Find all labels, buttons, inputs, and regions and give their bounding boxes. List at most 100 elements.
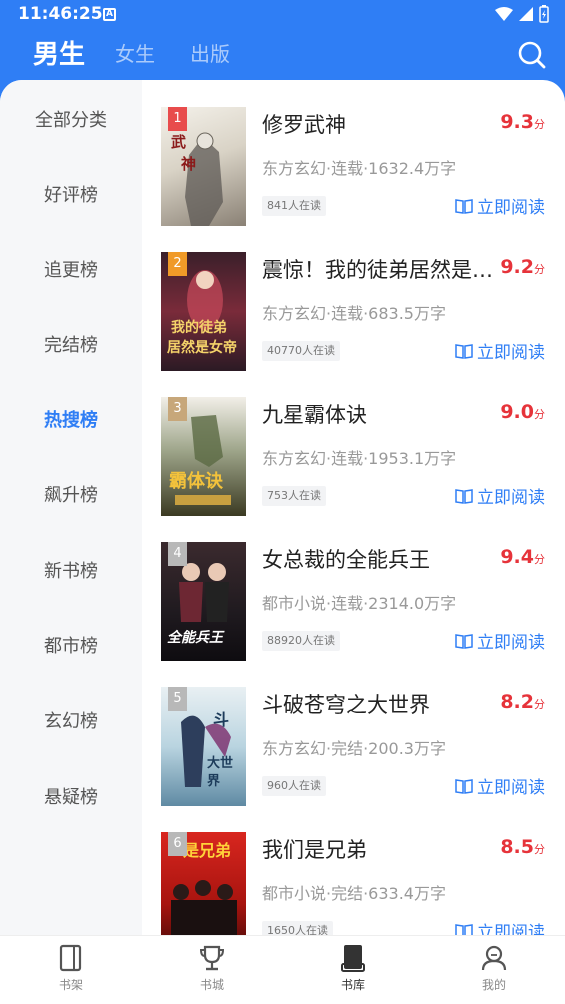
rank-badge: 3 (168, 397, 187, 421)
book-score: 9.2分 (500, 256, 545, 278)
rank-badge: 4 (168, 542, 187, 566)
status-bar: 11:46:25 A (0, 0, 565, 32)
list-item[interactable]: 斗 大世 界 5 斗破苍穹之大世界 8.2分 东方玄幻·完结·200.3万字 9… (142, 687, 565, 832)
book-title: 修罗武神 (262, 113, 346, 137)
read-now-button[interactable]: 立即阅读 (455, 483, 545, 508)
sidebar-item-urban[interactable]: 都市榜 (0, 632, 142, 658)
book-cover: 斗 大世 界 5 (161, 687, 246, 806)
ranking-sidebar: 全部分类 好评榜 追更榜 完结榜 热搜榜 飙升榜 新书榜 都市榜 玄幻榜 悬疑榜 (0, 80, 142, 935)
read-now-button[interactable]: 立即阅读 (455, 338, 545, 363)
nav-library[interactable]: 书库 (313, 944, 393, 993)
svg-text:是兄弟: 是兄弟 (182, 841, 231, 860)
score-value: 8.2 (500, 691, 534, 713)
tab-publish[interactable]: 出版 (190, 38, 230, 67)
score-unit: 分 (534, 118, 545, 131)
sidebar-item-top-rated[interactable]: 好评榜 (0, 181, 142, 207)
sidebar-item-fantasy[interactable]: 玄幻榜 (0, 707, 142, 733)
read-now-label: 立即阅读 (477, 923, 545, 935)
readers-badge: 753人在读 (262, 486, 326, 506)
search-icon[interactable] (517, 40, 547, 70)
sidebar-item-all[interactable]: 全部分类 (0, 106, 142, 132)
list-item[interactable]: 全能兵王 4 女总裁的全能兵王 9.4分 都市小说·连载·2314.0万字 88… (142, 542, 565, 687)
nav-label: 我的 (481, 978, 506, 992)
profile-icon (481, 945, 507, 971)
book-meta: 东方玄幻·完结·200.3万字 (262, 739, 446, 758)
svg-text:斗: 斗 (213, 710, 229, 729)
book-score: 8.5分 (500, 836, 545, 858)
nav-bookshelf[interactable]: 书架 (31, 944, 111, 993)
list-item[interactable]: 我的徒弟 居然是女帝 2 震惊！我的徒弟居然是女帝 9.2分 东方玄幻·连载·6… (142, 252, 565, 397)
nav-label: 书城 (199, 978, 224, 992)
read-now-button[interactable]: 立即阅读 (455, 628, 545, 653)
svg-text:居然是女帝: 居然是女帝 (167, 339, 237, 356)
sidebar-item-rising[interactable]: 飙升榜 (0, 481, 142, 507)
score-unit: 分 (534, 263, 545, 276)
book-list: 武 神 1 修罗武神 9.3分 东方玄幻·连载·1632.4万字 841人在读 … (142, 80, 565, 935)
book-meta: 都市小说·连载·2314.0万字 (262, 594, 457, 613)
book-cover: 全能兵王 4 (161, 542, 246, 661)
readers-badge: 1650人在读 (262, 921, 333, 935)
list-item[interactable]: 是兄弟 6 我们是兄弟 8.5分 都市小说·完结·633.4万字 1650人在读… (142, 832, 565, 935)
rank-badge: 6 (168, 832, 187, 856)
score-value: 9.4 (500, 546, 534, 568)
library-icon (341, 945, 365, 972)
read-now-button[interactable]: 立即阅读 (455, 918, 545, 935)
book-cover: 我的徒弟 居然是女帝 2 (161, 252, 246, 371)
book-title: 震惊！我的徒弟居然是女帝 (262, 258, 497, 282)
rank-badge: 5 (168, 687, 187, 711)
system-icons (495, 5, 549, 23)
sidebar-item-following[interactable]: 追更榜 (0, 256, 142, 282)
read-now-button[interactable]: 立即阅读 (455, 773, 545, 798)
nav-profile[interactable]: 我的 (454, 944, 534, 993)
book-score: 9.3分 (500, 111, 545, 133)
nav-label: 书架 (58, 978, 83, 992)
tab-male[interactable]: 男生 (33, 34, 85, 71)
read-now-button[interactable]: 立即阅读 (455, 193, 545, 218)
score-value: 8.5 (500, 836, 534, 858)
svg-text:霸体诀: 霸体诀 (169, 470, 224, 492)
book-meta: 东方玄幻·连载·683.5万字 (262, 304, 446, 323)
sidebar-item-new-books[interactable]: 新书榜 (0, 557, 142, 583)
svg-text:武: 武 (171, 133, 186, 151)
notification-icon: A (103, 8, 116, 21)
read-now-label: 立即阅读 (477, 633, 545, 653)
score-unit: 分 (534, 698, 545, 711)
sidebar-item-hot-search[interactable]: 热搜榜 (0, 406, 142, 432)
sidebar-item-completed[interactable]: 完结榜 (0, 331, 142, 357)
open-book-icon (455, 633, 473, 649)
svg-text:神: 神 (181, 155, 196, 173)
open-book-icon (455, 198, 473, 214)
tab-female[interactable]: 女生 (115, 38, 155, 67)
rank-badge: 2 (168, 252, 187, 276)
trophy-icon (199, 945, 225, 971)
read-now-label: 立即阅读 (477, 778, 545, 798)
book-meta: 都市小说·完结·633.4万字 (262, 884, 446, 903)
book-title: 我们是兄弟 (262, 838, 367, 862)
nav-label: 书库 (340, 978, 365, 992)
score-unit: 分 (534, 553, 545, 566)
bottom-navigation: 书架 书城 书库 我的 (0, 935, 565, 1004)
sidebar-item-mystery[interactable]: 悬疑榜 (0, 783, 142, 809)
book-score: 8.2分 (500, 691, 545, 713)
svg-text:大世: 大世 (207, 755, 233, 771)
list-item[interactable]: 武 神 1 修罗武神 9.3分 东方玄幻·连载·1632.4万字 841人在读 … (142, 107, 565, 252)
list-item[interactable]: 霸体诀 3 九星霸体诀 9.0分 东方玄幻·连载·1953.1万字 753人在读… (142, 397, 565, 542)
bookshelf-icon (59, 944, 82, 972)
svg-text:界: 界 (207, 773, 220, 789)
book-score: 9.4分 (500, 546, 545, 568)
nav-bookstore[interactable]: 书城 (172, 944, 252, 993)
signal-icon (519, 7, 533, 21)
book-title: 九星霸体诀 (262, 403, 367, 427)
open-book-icon (455, 778, 473, 794)
open-book-icon (455, 923, 473, 935)
book-title: 斗破苍穹之大世界 (262, 693, 430, 717)
readers-badge: 960人在读 (262, 776, 326, 796)
readers-badge: 841人在读 (262, 196, 326, 216)
book-meta: 东方玄幻·连载·1632.4万字 (262, 159, 457, 178)
svg-text:全能兵王: 全能兵王 (167, 629, 225, 646)
book-cover: 是兄弟 6 (161, 832, 246, 935)
book-cover: 霸体诀 3 (161, 397, 246, 516)
book-title: 女总裁的全能兵王 (262, 548, 430, 572)
book-meta: 东方玄幻·连载·1953.1万字 (262, 449, 457, 468)
readers-badge: 40770人在读 (262, 341, 340, 361)
